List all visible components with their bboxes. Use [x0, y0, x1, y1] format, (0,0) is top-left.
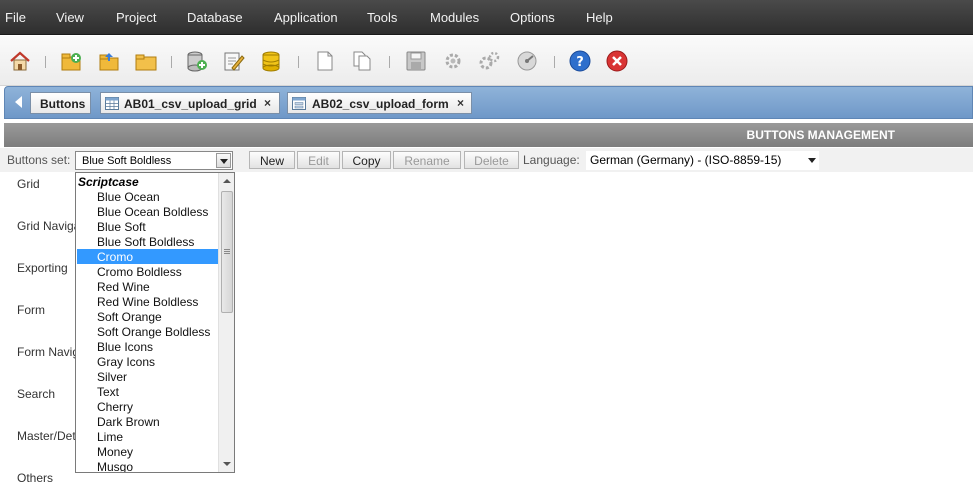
- chevron-down-icon[interactable]: [216, 153, 231, 168]
- buttons-set-dropdown-list[interactable]: Scriptcase Blue Ocean Blue Ocean Boldles…: [75, 172, 235, 473]
- language-label: Language:: [523, 153, 580, 167]
- buttons-set-label: Buttons set:: [7, 153, 71, 167]
- dropdown-option[interactable]: Blue Icons: [77, 339, 218, 354]
- new-button[interactable]: New: [249, 151, 295, 169]
- scroll-up-icon[interactable]: [223, 179, 231, 183]
- menu-application[interactable]: Application: [274, 10, 338, 25]
- tab-bar: Buttons AB01_csv_upload_grid × AB02_csv_…: [4, 86, 973, 119]
- toolbar-separator: [45, 56, 46, 68]
- language-select[interactable]: German (Germany) - (ISO-8859-15): [586, 151, 819, 170]
- generate-icon[interactable]: [441, 50, 465, 72]
- category-form[interactable]: Form: [17, 303, 75, 317]
- dropdown-option[interactable]: Blue Ocean Boldless: [77, 204, 218, 219]
- run-icon[interactable]: [515, 50, 539, 72]
- dropdown-option[interactable]: Lime: [77, 429, 218, 444]
- tab-close-icon[interactable]: ×: [457, 96, 464, 110]
- menu-bar: File View Project Database Application T…: [0, 0, 973, 35]
- dropdown-option[interactable]: Blue Ocean: [77, 189, 218, 204]
- scrollbar-thumb[interactable]: [221, 191, 233, 313]
- rename-button[interactable]: Rename: [393, 151, 461, 169]
- language-value: German (Germany) - (ISO-8859-15): [590, 153, 782, 167]
- delete-button[interactable]: Delete: [464, 151, 519, 169]
- svg-text:?: ?: [576, 55, 584, 70]
- option-group-label: Scriptcase: [78, 175, 139, 189]
- dropdown-option[interactable]: Blue Soft Boldless: [77, 234, 218, 249]
- category-search[interactable]: Search: [17, 387, 75, 401]
- form-app-icon: [292, 97, 306, 110]
- tab-label: AB01_csv_upload_grid: [124, 97, 257, 111]
- menu-tools[interactable]: Tools: [367, 10, 397, 25]
- tab-label: Buttons: [40, 97, 86, 111]
- dropdown-option[interactable]: Money: [77, 444, 218, 459]
- category-exporting[interactable]: Exporting: [17, 261, 75, 275]
- tab-scroll-left-icon[interactable]: [15, 96, 22, 108]
- dropdown-scrollbar[interactable]: [218, 173, 234, 472]
- category-grid-navigation[interactable]: Grid Navigation: [17, 219, 75, 233]
- close-icon[interactable]: [605, 50, 629, 72]
- folder-icon[interactable]: [134, 50, 158, 72]
- open-project-icon[interactable]: [97, 50, 121, 72]
- dropdown-option-highlighted[interactable]: Cromo: [77, 249, 218, 264]
- controls-row: Buttons set: Blue Soft Boldless New Edit…: [0, 148, 973, 172]
- tab-ab01-csv-upload-grid[interactable]: AB01_csv_upload_grid ×: [100, 92, 280, 114]
- category-form-navigation[interactable]: Form Navigation: [17, 345, 75, 359]
- dropdown-option[interactable]: Red Wine Boldless: [77, 294, 218, 309]
- menu-modules[interactable]: Modules: [430, 10, 479, 25]
- menu-options[interactable]: Options: [510, 10, 555, 25]
- buttons-set-value: Blue Soft Boldless: [82, 155, 172, 167]
- chevron-down-icon[interactable]: [808, 158, 816, 163]
- category-master-detail[interactable]: Master/Detail: [17, 429, 75, 443]
- tab-ab02-csv-upload-form[interactable]: AB02_csv_upload_form ×: [287, 92, 472, 114]
- tab-close-icon[interactable]: ×: [264, 96, 271, 110]
- edit-button[interactable]: Edit: [297, 151, 340, 169]
- menu-help[interactable]: Help: [586, 10, 613, 25]
- database-icon[interactable]: [259, 50, 283, 72]
- menu-database[interactable]: Database: [187, 10, 243, 25]
- toolbar-separator: [171, 56, 172, 68]
- toolbar-separator: [298, 56, 299, 68]
- dropdown-option[interactable]: Text: [77, 384, 218, 399]
- dropdown-option[interactable]: Cherry: [77, 399, 218, 414]
- tab-buttons[interactable]: Buttons: [30, 92, 91, 114]
- copy-button[interactable]: Copy: [342, 151, 391, 169]
- new-connection-icon[interactable]: [185, 50, 209, 72]
- buttons-set-select[interactable]: Blue Soft Boldless: [75, 151, 233, 170]
- help-icon[interactable]: ?: [568, 50, 592, 72]
- home-icon[interactable]: [8, 50, 32, 72]
- save-icon[interactable]: [404, 50, 428, 72]
- edit-connection-icon[interactable]: [222, 50, 246, 72]
- menu-file[interactable]: File: [5, 10, 26, 25]
- tab-label: AB02_csv_upload_form: [312, 97, 449, 111]
- toolbar: ?: [0, 36, 973, 86]
- dropdown-option[interactable]: Dark Brown: [77, 414, 218, 429]
- dropdown-option[interactable]: Gray Icons: [77, 354, 218, 369]
- dropdown-option[interactable]: Soft Orange Boldless: [77, 324, 218, 339]
- category-grid[interactable]: Grid: [17, 177, 75, 191]
- dropdown-option[interactable]: Red Wine: [77, 279, 218, 294]
- new-document-icon[interactable]: [313, 50, 337, 72]
- scroll-down-icon[interactable]: [223, 462, 231, 466]
- new-project-icon[interactable]: [59, 50, 83, 72]
- category-others[interactable]: Others: [17, 471, 75, 485]
- toolbar-separator: [554, 56, 555, 68]
- dropdown-option[interactable]: Cromo Boldless: [77, 264, 218, 279]
- grid-app-icon: [105, 97, 119, 110]
- dropdown-option[interactable]: Musgo: [77, 459, 218, 472]
- dropdown-option[interactable]: Silver: [77, 369, 218, 384]
- menu-view[interactable]: View: [56, 10, 84, 25]
- section-title: BUTTONS MANAGEMENT: [746, 128, 895, 142]
- generate-all-icon[interactable]: [477, 50, 501, 72]
- copy-document-icon[interactable]: [350, 50, 374, 72]
- dropdown-option[interactable]: Blue Soft: [77, 219, 218, 234]
- menu-project[interactable]: Project: [116, 10, 156, 25]
- dropdown-option[interactable]: Soft Orange: [77, 309, 218, 324]
- toolbar-separator: [389, 56, 390, 68]
- section-header: BUTTONS MANAGEMENT: [4, 123, 973, 147]
